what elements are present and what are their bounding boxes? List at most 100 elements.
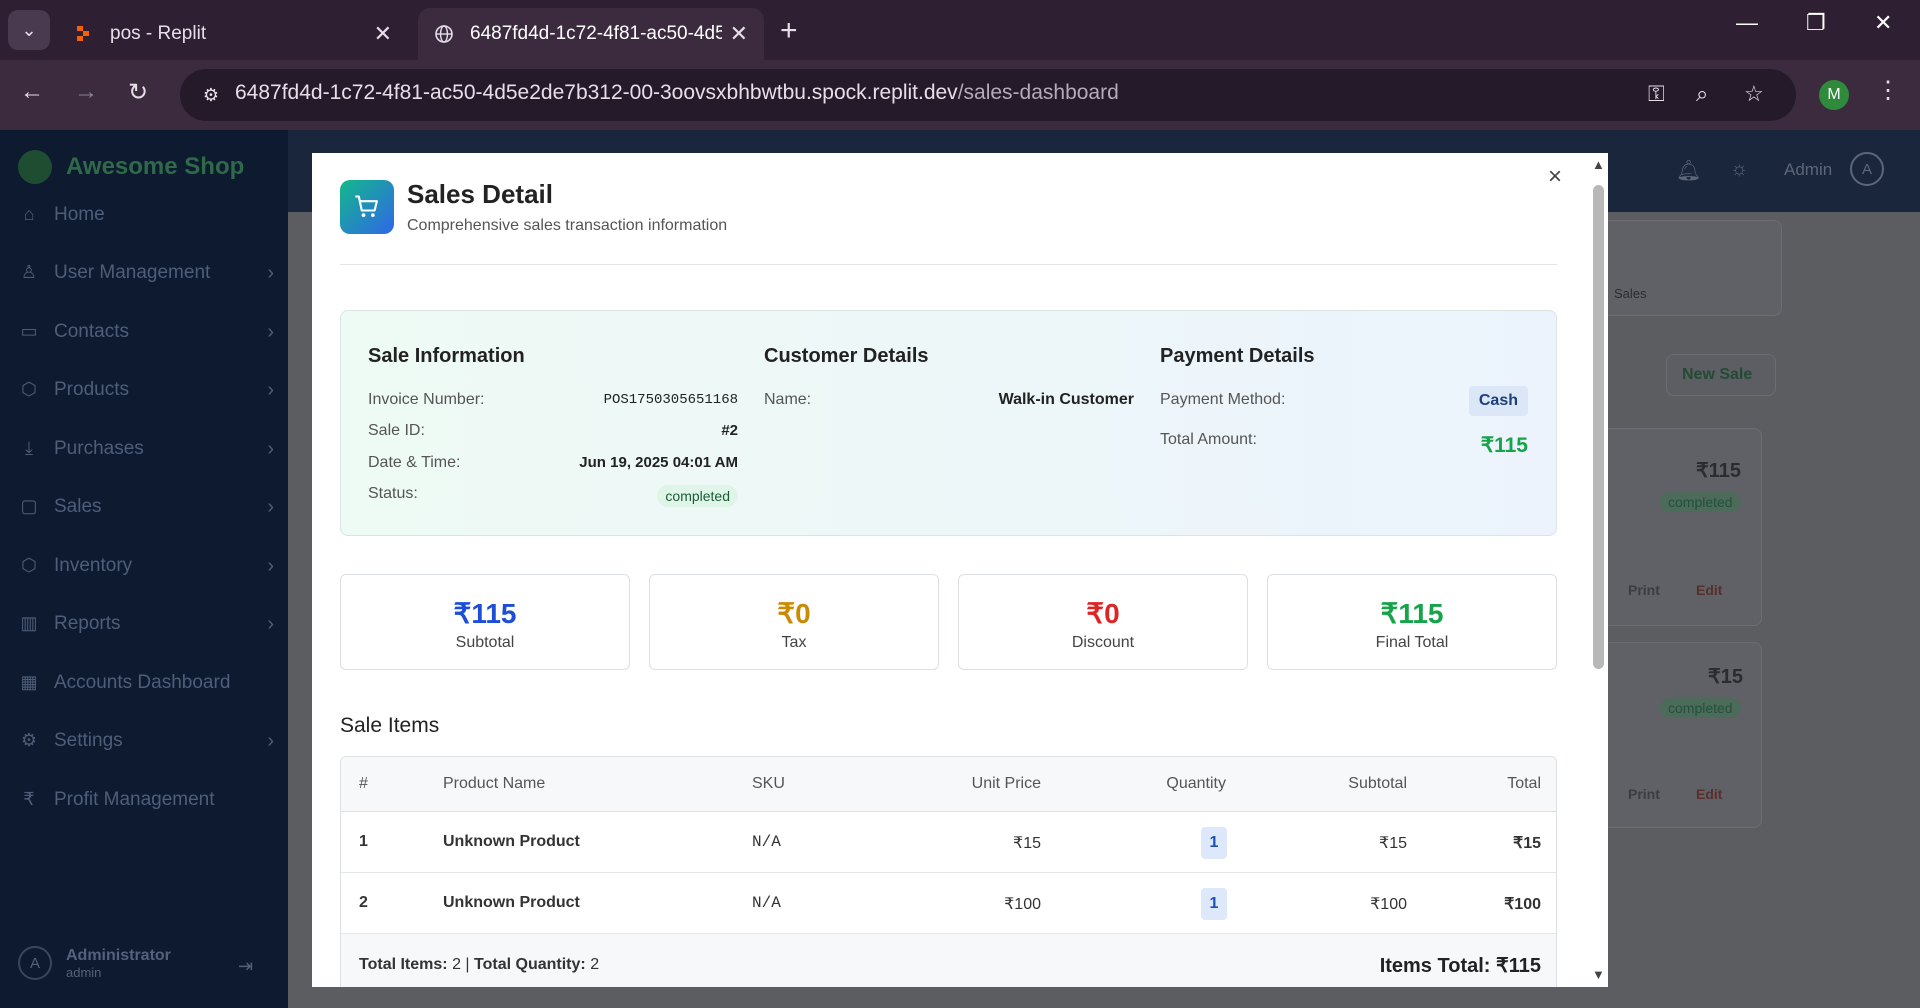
chevron-right-icon: › [267,729,274,752]
sale-items-table: # Product Name SKU Unit Price Quantity S… [340,756,1557,987]
sidebar-item-reports[interactable]: ▥ Reports › [18,604,274,644]
cell-subtotal: ₹15 [1379,835,1407,852]
sidebar-item-user-management[interactable]: ♙ User Management › [18,253,274,293]
total-quantity-value: 2 [590,956,600,973]
back-icon[interactable]: ← [20,78,44,106]
cell-product: Unknown Product [443,833,580,850]
col-product-name: Product Name [443,775,546,792]
stat-value: ₹0 [777,598,811,629]
forward-icon[interactable]: → [74,78,98,106]
tab-title: pos - Replit [110,23,207,44]
cell-unit-price: ₹100 [1004,896,1041,913]
tab-strip: ⌄ pos - Replit ✕ 6487fd4d-1c72-4f81-ac50… [0,0,1920,60]
tab-search-chevron-icon[interactable]: ⌄ [8,10,50,50]
sidebar-item-purchases[interactable]: ⤓ Purchases › [18,429,274,469]
sale-id-value: #2 [721,422,738,439]
profile-avatar[interactable]: M [1819,80,1849,110]
sidebar-item-contacts[interactable]: ▭ Contacts › [18,312,274,352]
bg-edit-button[interactable]: Edit [1696,582,1722,598]
sidebar-user[interactable]: A Administrator admin [18,946,171,980]
payment-method-badge: Cash [1468,386,1528,416]
scroll-up-icon[interactable]: ▲ [1592,157,1605,172]
close-tab-icon[interactable]: ✕ [730,21,748,47]
bg-edit-button[interactable]: Edit [1696,786,1722,802]
stat-label: Tax [781,634,807,651]
divider [340,264,1557,265]
sidebar-item-label: Products [54,379,129,400]
download-icon: ⤓ [25,438,33,458]
sidebar-item-label: Contacts [54,321,129,342]
tab-sales-dashboard[interactable]: 6487fd4d-1c72-4f81-ac50-4d5e ✕ [418,8,764,60]
stat-value: ₹115 [453,598,517,629]
site-info-icon[interactable]: ⚙ [196,81,226,109]
url-text[interactable]: 6487fd4d-1c72-4f81-ac50-4d5e2de7b312-00-… [235,81,1119,105]
logout-icon[interactable]: ⇥ [238,956,253,977]
cell-product: Unknown Product [443,894,580,911]
more-menu-icon[interactable]: ⋮ [1876,76,1900,105]
stat-label: Final Total [1375,634,1449,651]
date-time-label: Date & Time: [368,454,461,471]
background-sales-panel: Sales New Sale ₹115 completed Print Edit… [1600,220,1920,1008]
sidebar-item-accounts-dashboard[interactable]: ▦ Accounts Dashboard [18,663,274,703]
restore-icon[interactable]: ❐ [1806,10,1826,36]
col-quantity: Quantity [1166,775,1226,792]
payment-method-label: Payment Method: [1160,391,1286,408]
col-sku: SKU [752,775,785,792]
stat-card-tax: ₹0 Tax [649,574,939,670]
sidebar-item-label: Settings [54,730,123,751]
stat-card-subtotal: ₹115 Subtotal [340,574,630,670]
table-row: 2 Unknown Product N/A ₹100 1 ₹100 ₹100 [341,874,1556,934]
key-icon[interactable]: ⚿ [1648,81,1665,107]
admin-avatar[interactable]: A [1850,152,1884,186]
payment-details-heading: Payment Details [1160,345,1315,367]
stat-value: ₹115 [1380,598,1444,629]
bg-print-button[interactable]: Print [1628,786,1660,802]
replit-icon [77,26,89,41]
cell-number: 1 [359,833,368,850]
stat-label: Subtotal [455,634,515,651]
browser-toolbar: ← → ↻ ⚙ 6487fd4d-1c72-4f81-ac50-4d5e2de7… [0,60,1920,130]
bg-sale-amount: ₹115 [1696,460,1741,482]
gear-icon: ⚙ [20,730,38,750]
close-icon[interactable]: × [1548,163,1562,191]
cell-unit-price: ₹15 [1013,835,1041,852]
chevron-right-icon: › [267,437,274,460]
star-icon[interactable]: ☆ [1744,81,1764,107]
status-badge: completed [657,485,738,507]
bg-print-button[interactable]: Print [1628,582,1660,598]
sales-detail-modal: × Sales Detail Comprehensive sales trans… [312,153,1608,987]
total-items-label: Total Items: [359,956,448,973]
bell-icon[interactable]: 🔔︎ [1676,158,1701,183]
new-tab-icon[interactable]: + [780,14,798,48]
scrollbar-thumb[interactable] [1593,185,1604,669]
zoom-icon[interactable]: ⌕ [1696,81,1708,107]
scroll-down-icon[interactable]: ▼ [1592,967,1605,982]
app-logo[interactable]: Awesome Shop [18,150,244,184]
box-icon: ⬡ [21,379,37,399]
minimize-icon[interactable]: — [1736,10,1758,36]
address-bar[interactable]: ⚙ 6487fd4d-1c72-4f81-ac50-4d5e2de7b312-0… [180,69,1796,121]
table-row: 1 Unknown Product N/A ₹15 1 ₹15 ₹15 [341,813,1556,873]
sidebar-item-profit-management[interactable]: ₹ Profit Management [18,780,274,820]
customer-details-heading: Customer Details [764,345,929,367]
table-footer: Total Items: 2 | Total Quantity: 2 Items… [341,934,1556,987]
reload-icon[interactable]: ↻ [128,78,148,107]
total-amount-label: Total Amount: [1160,431,1257,448]
sidebar-item-sales[interactable]: ▢ Sales › [18,487,274,527]
admin-label[interactable]: Admin [1784,160,1832,180]
sidebar-item-home[interactable]: ⌂ Home [18,195,274,235]
user-role: admin [66,964,102,980]
sidebar-item-settings[interactable]: ⚙ Settings › [18,721,274,761]
cart-logo-icon [18,150,52,184]
sidebar-item-label: Accounts Dashboard [54,672,231,693]
close-window-icon[interactable]: ✕ [1874,10,1892,36]
close-tab-icon[interactable]: ✕ [374,21,392,47]
tab-replit[interactable]: pos - Replit ✕ [58,8,408,60]
chevron-right-icon: › [267,378,274,401]
col-number: # [359,775,368,792]
sidebar-item-products[interactable]: ⬡ Products › [18,370,274,410]
tab-title: 6487fd4d-1c72-4f81-ac50-4d5e [470,23,722,44]
sidebar-item-inventory[interactable]: ⬡ Inventory › [18,546,274,586]
sidebar-item-label: Purchases [54,438,144,459]
sun-icon[interactable]: ☼ [1730,158,1748,181]
